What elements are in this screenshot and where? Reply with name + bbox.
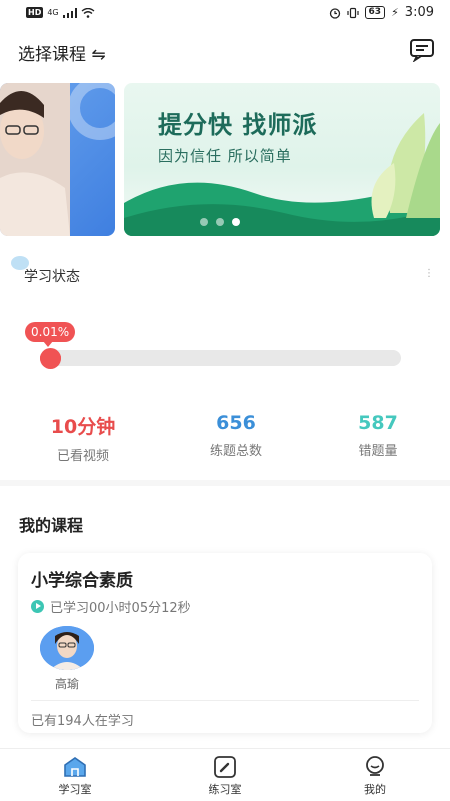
status-right: 63 ⚡ 3:09 — [329, 5, 434, 20]
stat-videos[interactable]: 10分钟 已看视频 — [8, 412, 158, 464]
home-icon — [62, 755, 88, 779]
message-icon[interactable] — [409, 38, 435, 63]
progress-track — [40, 350, 401, 366]
charging-icon: ⚡ — [391, 6, 399, 19]
pen-icon — [212, 755, 238, 779]
tab-mine[interactable]: 我的 — [325, 755, 425, 797]
stat-label: 错题量 — [358, 444, 398, 459]
stat-wrong[interactable]: 587 错题量 — [303, 412, 450, 459]
stat-value: 656 — [216, 412, 256, 434]
tab-label: 我的 — [364, 783, 386, 796]
card-divider — [31, 700, 419, 701]
avatar[interactable] — [40, 626, 94, 670]
pagination-dot[interactable] — [216, 218, 224, 226]
banner-prev-slide[interactable] — [0, 83, 115, 236]
status-bar: HD 4G 63 ⚡ 3:09 — [0, 0, 450, 28]
section-divider — [0, 480, 450, 486]
course-name: 小学综合素质 — [31, 571, 133, 591]
banner-subtitle: 因为信任 所以简单 — [158, 147, 292, 165]
banner-slide[interactable]: 提分快 找师派 因为信任 所以简单 — [124, 83, 440, 236]
my-courses-title: 我的课程 — [19, 516, 84, 535]
study-status-title: 学习状态 — [24, 269, 80, 285]
tab-bar: 学习室 练习室 我的 — [0, 748, 450, 801]
stat-exercises[interactable]: 656 练题总数 — [161, 412, 311, 459]
course-progress-text: 已学习00小时05分12秒 — [50, 601, 191, 616]
stat-value: 587 — [358, 412, 398, 434]
tab-label: 练习室 — [208, 783, 242, 796]
stat-label: 练题总数 — [209, 444, 262, 459]
learner-count: 已有194人在学习 — [31, 714, 134, 729]
progress-knob — [40, 348, 61, 369]
stat-value: 10分钟 — [50, 416, 116, 438]
vibrate-icon — [346, 7, 359, 18]
pagination-dot-active[interactable] — [232, 218, 240, 226]
wifi-icon — [81, 7, 95, 18]
course-card[interactable]: 小学综合素质 已学习00小时05分12秒 高瑜 已有194人在学习 — [18, 553, 432, 733]
banner-title: 提分快 找师派 — [158, 111, 318, 139]
play-icon — [31, 600, 44, 613]
clock: 3:09 — [404, 5, 434, 20]
tab-label: 学习室 — [58, 783, 92, 796]
battery-level: 63 — [364, 6, 386, 19]
course-progress: 已学习00小时05分12秒 — [31, 597, 191, 616]
stat-label: 已看视频 — [56, 449, 109, 464]
signal-group: HD 4G — [26, 7, 95, 18]
pagination-dot[interactable] — [200, 218, 208, 226]
tab-practice-room[interactable]: 练习室 — [175, 755, 275, 797]
profile-icon — [362, 755, 388, 779]
signal-icon — [62, 7, 77, 18]
banner-pagination[interactable] — [200, 218, 240, 226]
more-icon[interactable]: ⋮ — [424, 268, 434, 279]
course-selector[interactable]: 选择课程 ⇋ — [18, 40, 106, 65]
alarm-icon — [329, 7, 340, 19]
teacher-name: 高瑜 — [54, 677, 79, 691]
network-label: 4G — [47, 8, 59, 17]
progress-badge: 0.01% — [25, 322, 76, 347]
tab-study-room[interactable]: 学习室 — [25, 755, 125, 797]
hd-indicator: HD — [26, 7, 44, 18]
